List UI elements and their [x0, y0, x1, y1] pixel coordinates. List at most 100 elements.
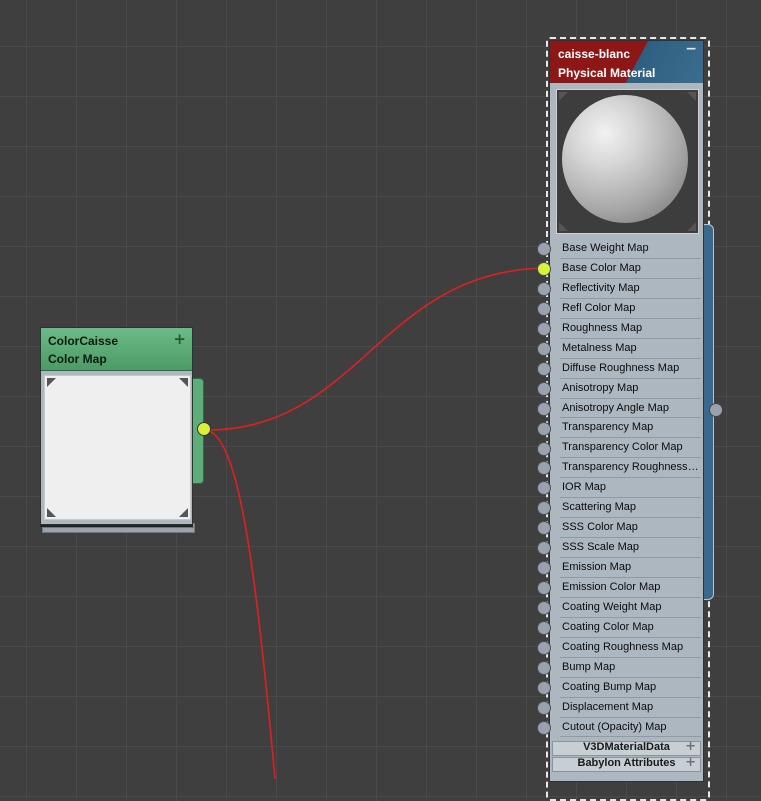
input-slot-label: Scattering Map [562, 501, 636, 514]
wire-color-to-offscreen[interactable] [204, 429, 276, 779]
input-socket[interactable] [537, 242, 551, 256]
input-slot[interactable]: Emission Map [550, 558, 703, 578]
input-slot-label: Base Color Map [562, 261, 641, 274]
input-slot-label: Reflectivity Map [562, 281, 640, 294]
input-slot-label: Transparency Color Map [562, 441, 683, 454]
input-socket-connected[interactable] [537, 261, 551, 276]
output-socket[interactable] [197, 422, 211, 436]
input-slot[interactable]: IOR Map [550, 478, 703, 499]
input-slot-label: Roughness Map [562, 321, 643, 334]
input-slot[interactable]: Coating Roughness Map [550, 638, 703, 658]
input-slot-label: Coating Weight Map [562, 600, 662, 613]
input-socket[interactable] [537, 281, 551, 296]
input-slot-label: IOR Map [562, 481, 607, 494]
input-slot-label: Diffuse Roughness Map [562, 361, 680, 374]
input-slot[interactable]: Base Weight Map [550, 239, 703, 259]
input-slot[interactable]: Coating Color Map [550, 618, 703, 638]
input-socket[interactable] [537, 720, 551, 735]
corner-handle-icon [687, 92, 696, 101]
input-socket[interactable] [537, 401, 551, 416]
input-socket[interactable] [537, 341, 551, 356]
input-slot[interactable]: SSS Scale Map [550, 538, 703, 558]
corner-handle-icon [47, 378, 56, 387]
input-slot-label: Cutout (Opacity) Map [562, 720, 667, 733]
input-slot-label: Displacement Map [562, 700, 654, 713]
input-slot-label: Base Weight Map [562, 242, 649, 254]
input-slot[interactable]: Emission Color Map [550, 578, 703, 598]
input-socket[interactable] [537, 361, 551, 376]
node-name: caisse-blanc [558, 47, 631, 61]
input-slot-label: Metalness Map [562, 341, 637, 354]
input-socket[interactable] [537, 381, 551, 396]
input-slot[interactable]: Anisotropy Angle Map [550, 399, 703, 419]
corner-handle-icon [179, 508, 188, 517]
rollout-label: Babylon Attributes [577, 757, 676, 769]
input-socket[interactable] [537, 680, 551, 695]
corner-handle-icon [687, 222, 696, 231]
input-slot-label: SSS Color Map [562, 521, 638, 534]
input-slot[interactable]: Coating Weight Map [550, 598, 703, 618]
input-socket[interactable] [537, 641, 551, 655]
input-slot-label: Anisotropy Angle Map [562, 401, 670, 414]
input-slot[interactable]: Transparency Color Map [550, 438, 703, 459]
input-slot[interactable]: Bump Map [550, 658, 703, 678]
input-socket[interactable] [537, 441, 551, 456]
input-slot-label: Refl Color Map [562, 301, 636, 314]
corner-handle-icon [559, 92, 568, 101]
input-slot-label: Coating Roughness Map [562, 640, 684, 653]
input-slot[interactable]: Reflectivity Map [550, 279, 703, 299]
input-socket[interactable] [537, 601, 551, 616]
plus-icon[interactable]: + [685, 755, 696, 770]
material-output-socket[interactable] [709, 403, 723, 417]
corner-handle-icon [47, 508, 56, 517]
input-slot-label: Coating Bump Map [562, 680, 657, 693]
input-slot[interactable]: Refl Color Map [550, 299, 703, 319]
input-socket[interactable] [537, 321, 551, 336]
color-map-node[interactable]: ColorCaisse Color Map + [40, 327, 211, 533]
input-slot[interactable]: Roughness Map [550, 319, 703, 339]
node-name: ColorCaisse [48, 334, 119, 348]
input-slot[interactable]: Base Color Map [550, 259, 703, 279]
material-preview [556, 89, 699, 234]
input-socket[interactable] [537, 660, 551, 675]
input-slot[interactable]: Coating Bump Map [550, 678, 703, 698]
plus-icon[interactable]: + [173, 330, 186, 348]
corner-handle-icon [179, 378, 188, 387]
input-slot-label: Emission Map [562, 561, 632, 573]
slot-divider [560, 736, 701, 738]
wire-color-to-base-color[interactable] [204, 267, 550, 431]
plus-icon[interactable]: + [685, 739, 696, 754]
input-slot[interactable]: Metalness Map [550, 339, 703, 359]
input-socket[interactable] [537, 700, 551, 715]
input-slot[interactable]: Diffuse Roughness Map [550, 359, 703, 379]
node-type: Physical Material [558, 66, 656, 80]
input-slot-list: Base Weight Map Base Color Map Reflectivit… [550, 239, 703, 738]
input-slot-label: Anisotropy Map [562, 381, 639, 394]
physical-material-node[interactable]: caisse-blanc Physical Material − Base We… [549, 40, 704, 782]
color-map-node-body[interactable]: ColorCaisse Color Map + [40, 327, 193, 525]
input-socket[interactable] [537, 621, 551, 636]
rollout-babylon-attributes[interactable]: Babylon Attributes + [552, 755, 701, 772]
input-slot-label: Transparency Map [562, 421, 654, 434]
input-slot-label: SSS Scale Map [562, 541, 640, 554]
minimize-icon[interactable]: − [685, 41, 697, 57]
input-socket[interactable] [537, 421, 551, 436]
input-slot-label: Coating Color Map [562, 620, 654, 633]
input-slot-label: Emission Color Map [562, 580, 661, 593]
input-slot[interactable]: Transparency Roughness Map [550, 458, 703, 479]
color-map-preview [44, 375, 191, 520]
input-slot[interactable]: Transparency Map [550, 418, 703, 439]
input-slot[interactable]: Displacement Map [550, 698, 703, 718]
input-slot[interactable]: Scattering Map [550, 498, 703, 519]
input-slot-label: Bump Map [562, 660, 616, 673]
material-node-header[interactable]: caisse-blanc Physical Material − [550, 41, 703, 83]
rollout-v3dmaterialdata[interactable]: V3DMaterialData + [552, 739, 701, 756]
rollout-label: V3DMaterialData [583, 741, 670, 753]
input-slot[interactable]: SSS Color Map [550, 518, 703, 539]
material-sphere [562, 95, 688, 223]
node-stack-edge [42, 527, 195, 533]
input-socket[interactable] [537, 301, 551, 316]
input-slot[interactable]: Cutout (Opacity) Map [550, 718, 703, 738]
input-slot[interactable]: Anisotropy Map [550, 379, 703, 399]
color-map-node-header[interactable]: ColorCaisse Color Map + [41, 328, 192, 371]
